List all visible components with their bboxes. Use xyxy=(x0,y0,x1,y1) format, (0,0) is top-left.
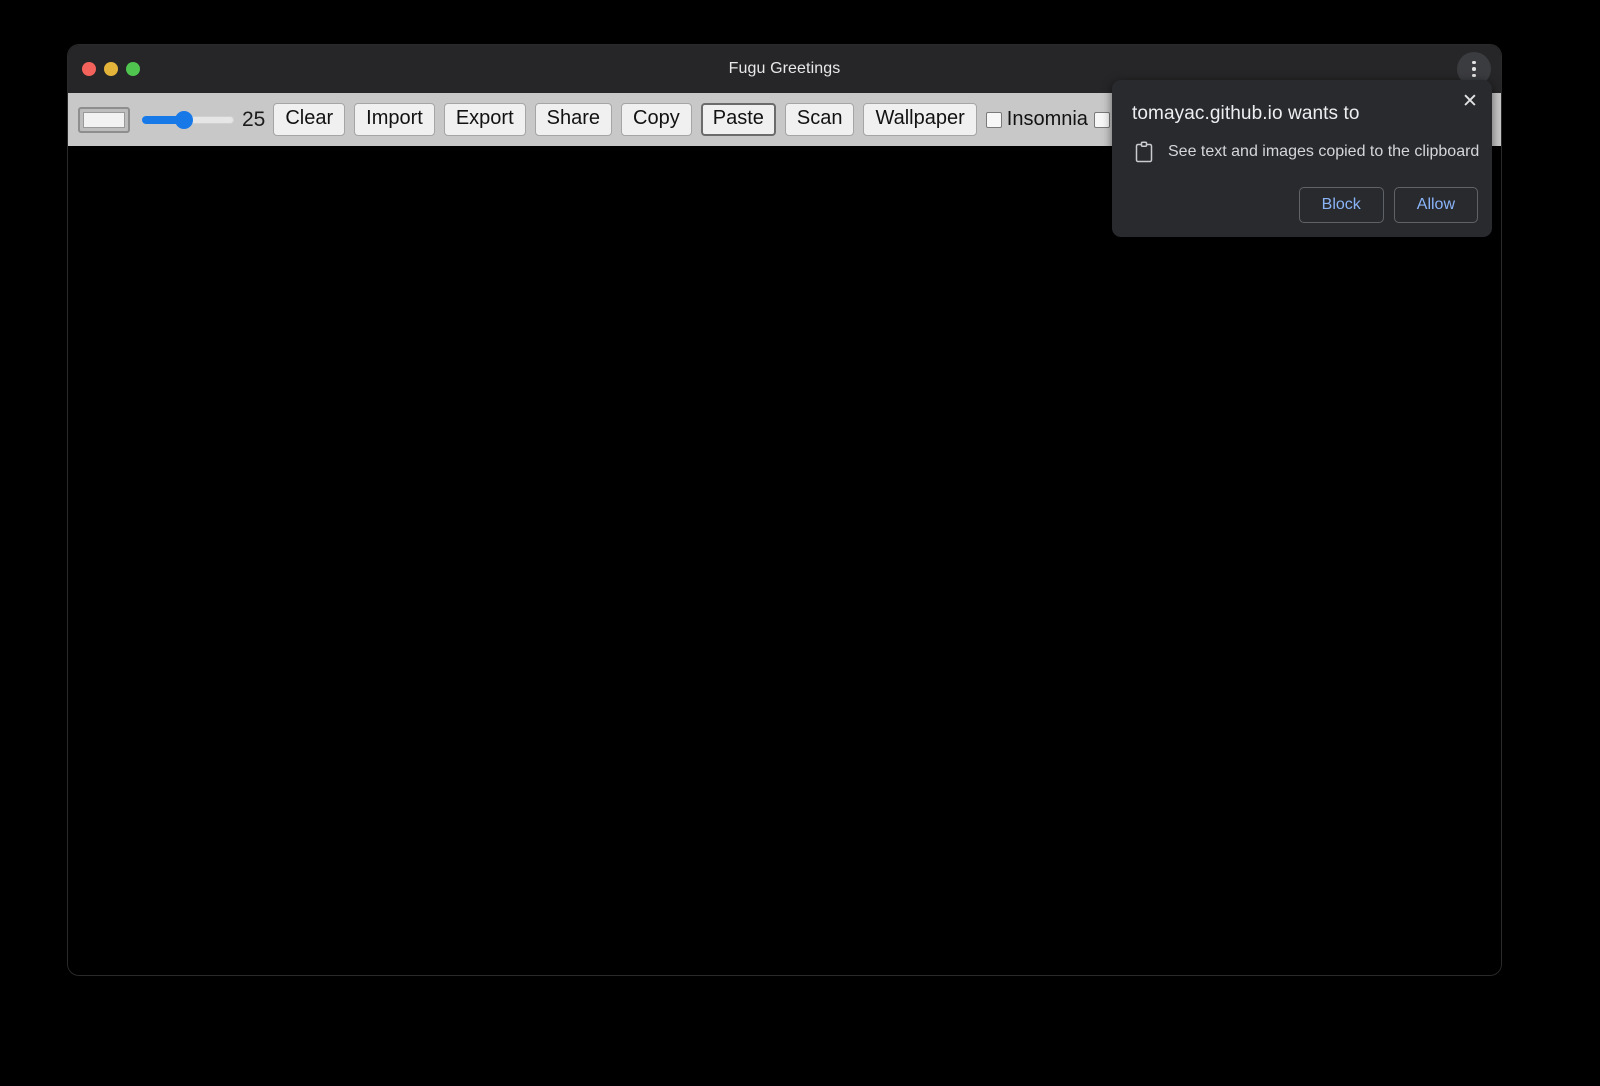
permission-request-row: See text and images copied to the clipbo… xyxy=(1132,140,1479,164)
share-button[interactable]: Share xyxy=(535,103,612,136)
line-width-slider[interactable] xyxy=(142,109,234,131)
traffic-light-group xyxy=(82,45,140,93)
block-button[interactable]: Block xyxy=(1299,187,1384,223)
close-icon[interactable]: ✕ xyxy=(1458,89,1482,113)
color-swatch-icon xyxy=(83,112,125,128)
permission-dialog-actions: Block Allow xyxy=(1299,187,1478,223)
menu-dot xyxy=(1472,61,1476,65)
maximize-window-button[interactable] xyxy=(126,62,140,76)
screen: Fugu Greetings 25 Clear Import Export Sh… xyxy=(0,0,1600,1086)
menu-dot xyxy=(1472,74,1476,78)
export-button[interactable]: Export xyxy=(444,103,526,136)
color-picker-input[interactable] xyxy=(78,107,130,133)
wallpaper-button[interactable]: Wallpaper xyxy=(863,103,976,136)
paste-button[interactable]: Paste xyxy=(701,103,776,136)
permission-description: See text and images copied to the clipbo… xyxy=(1168,143,1479,161)
clear-button[interactable]: Clear xyxy=(273,103,345,136)
close-window-button[interactable] xyxy=(82,62,96,76)
allow-button[interactable]: Allow xyxy=(1394,187,1478,223)
line-width-value: 25 xyxy=(242,108,265,132)
import-button[interactable]: Import xyxy=(354,103,435,136)
menu-dot xyxy=(1472,67,1476,71)
clipboard-icon xyxy=(1132,140,1156,164)
slider-thumb[interactable] xyxy=(175,111,193,129)
permission-dialog-title: tomayac.github.io wants to xyxy=(1132,103,1360,125)
insomnia-checkbox-group[interactable]: Insomnia xyxy=(986,108,1088,131)
minimize-window-button[interactable] xyxy=(104,62,118,76)
scan-button[interactable]: Scan xyxy=(785,103,855,136)
drawing-canvas[interactable] xyxy=(68,146,1501,975)
copy-button[interactable]: Copy xyxy=(621,103,692,136)
insomnia-checkbox[interactable] xyxy=(986,112,1002,128)
insomnia-label: Insomnia xyxy=(1007,108,1088,131)
ephemeral-checkbox[interactable] xyxy=(1094,112,1110,128)
permission-dialog: ✕ tomayac.github.io wants to See text an… xyxy=(1112,80,1492,237)
